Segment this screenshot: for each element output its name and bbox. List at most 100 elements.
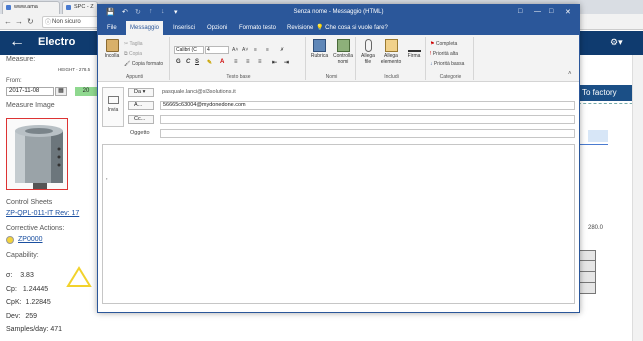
from-button[interactable]: Da ▾ xyxy=(128,88,154,97)
align-left-icon[interactable]: ≡ xyxy=(234,59,238,65)
forward-arrow-icon[interactable]: → xyxy=(15,17,23,27)
clipboard-icon xyxy=(105,39,119,52)
underline-icon[interactable]: S xyxy=(195,59,199,65)
address-book-label: Rubrica xyxy=(310,53,329,59)
date-input[interactable]: 2017-11-08 xyxy=(6,87,54,96)
stats-table-fragment xyxy=(578,250,596,296)
lightbulb-icon: 💡 xyxy=(316,25,324,31)
close-icon[interactable]: ✕ xyxy=(565,8,571,16)
gear-icon[interactable]: ⚙▾ xyxy=(610,37,623,48)
maximize-icon[interactable]: □ xyxy=(549,8,553,15)
back-arrow-icon[interactable]: ← xyxy=(4,17,12,27)
ribbon-tabs: File Messaggio Inserisci Opzioni Formato… xyxy=(98,21,579,35)
low-importance-label: Priorità bassa xyxy=(433,61,465,67)
tab-format-text[interactable]: Formato testo xyxy=(235,21,280,35)
bullets-icon[interactable]: ≡ xyxy=(254,47,257,53)
italic-icon[interactable]: C xyxy=(186,59,190,65)
shrink-font-icon[interactable]: A˅ xyxy=(242,47,248,53)
window-title: Senza nome - Messaggio (HTML) xyxy=(293,9,384,15)
increase-indent-icon[interactable]: ⇥ xyxy=(284,59,289,66)
font-color-icon[interactable]: A xyxy=(220,59,224,65)
stat-value: 1.22845 xyxy=(25,299,51,306)
low-importance-button[interactable]: ↓ Priorità bassa xyxy=(430,61,464,67)
to-factory-label: To factory xyxy=(582,88,617,97)
control-sheet-link[interactable]: ZP-QPL-011-IT Rev: 17 xyxy=(6,210,79,217)
calendar-icon[interactable]: ▦ xyxy=(55,87,67,96)
stat-label: Cp: xyxy=(6,285,17,293)
attach-item-button[interactable]: Allega elemento xyxy=(379,39,403,65)
corrective-link[interactable]: ZP0000 xyxy=(18,236,43,243)
tell-me-text: Che cosa si vuole fare? xyxy=(325,25,388,31)
stat-label: Dev: xyxy=(6,312,21,320)
address-book-icon xyxy=(313,39,326,52)
back-arrow-icon[interactable]: ← xyxy=(9,33,25,51)
group-names: Rubrica Controlla nomi Nomi xyxy=(308,37,356,80)
minimize-icon[interactable]: — xyxy=(534,8,541,15)
group-include: Allega file Allega elemento Firma Includ… xyxy=(358,37,426,80)
stat-value: 1.24445 xyxy=(22,285,49,293)
stat-label: Samples/day: xyxy=(6,326,49,333)
decrease-indent-icon[interactable]: ⇤ xyxy=(272,59,277,66)
message-body[interactable]: , xyxy=(102,144,575,304)
tab-options[interactable]: Opzioni xyxy=(203,21,231,35)
measure-image xyxy=(6,118,68,190)
security-status: Non sicuro xyxy=(52,19,81,25)
signature-label: Firma xyxy=(407,53,421,59)
browser-tab-1[interactable]: www.ama xyxy=(2,1,60,14)
address-book-button[interactable]: Rubrica xyxy=(309,39,330,59)
info-icon: ⓘ xyxy=(45,20,52,26)
signature-icon xyxy=(407,39,421,52)
numbering-icon[interactable]: ≡ xyxy=(266,47,269,53)
send-button[interactable]: Invia xyxy=(102,87,124,127)
browser-tab-2[interactable]: SPC - Z xyxy=(62,1,98,14)
bold-icon[interactable]: G xyxy=(176,59,181,65)
tab-file[interactable]: File xyxy=(103,21,121,35)
font-name-select[interactable]: Calibri (C xyxy=(174,46,204,54)
clear-formatting-icon[interactable]: ✗ xyxy=(280,47,284,53)
copy-label: Copia xyxy=(128,51,143,57)
ribbon-display-icon[interactable]: □ xyxy=(518,8,522,15)
highlight-icon[interactable]: ✎ xyxy=(207,59,212,66)
font-size-select[interactable]: 4 xyxy=(205,46,229,54)
tell-me-box[interactable]: 💡 Che cosa si vuole fare? xyxy=(316,21,388,35)
subject-field[interactable] xyxy=(160,129,575,138)
check-names-button[interactable]: Controlla nomi xyxy=(332,39,354,65)
collapse-ribbon-icon[interactable]: ˄ xyxy=(568,71,572,77)
stat-label: CpK: xyxy=(6,299,22,306)
format-painter-label: Copia formato xyxy=(131,61,164,67)
align-right-icon[interactable]: ≡ xyxy=(258,59,262,65)
envelope-icon xyxy=(384,39,398,52)
stats-list: σ: 3.83 Cp: 1.24445 CpK: 1.22845 Dev: 25… xyxy=(6,269,62,337)
to-field[interactable]: 56665c63004@mydonedone.com xyxy=(160,101,575,110)
from-button-label: Da xyxy=(134,89,142,95)
follow-up-button[interactable]: ⚑ Completa xyxy=(430,41,457,47)
tab-message[interactable]: Messaggio xyxy=(126,21,164,35)
measure-image-label: Measure Image xyxy=(6,102,55,109)
tab-review[interactable]: Revisione xyxy=(283,21,317,35)
paste-button[interactable]: Incolla xyxy=(102,39,122,59)
align-center-icon[interactable]: ≡ xyxy=(246,59,250,65)
copy-button[interactable]: ⧉ Copia xyxy=(124,51,142,57)
favicon-icon xyxy=(66,5,71,10)
grow-font-icon[interactable]: A˄ xyxy=(232,47,238,53)
url-field[interactable]: ⓘ Non sicuro xyxy=(42,16,102,28)
stat-label: σ: xyxy=(6,272,13,279)
attach-file-button[interactable]: Allega file xyxy=(359,39,377,65)
to-button[interactable]: A... xyxy=(128,101,154,110)
green-value-badge: 20 xyxy=(75,87,97,96)
from-address: pasquale.lanci@sl3solutions.it xyxy=(162,89,236,95)
format-painter-button[interactable]: 🖌 Copia formato xyxy=(124,61,163,67)
group-name: Categorie xyxy=(439,74,462,80)
page-scrollbar[interactable] xyxy=(632,55,643,341)
table-row xyxy=(578,261,596,272)
reload-icon[interactable]: ↻ xyxy=(27,17,34,27)
tab-insert[interactable]: Inserisci xyxy=(169,21,199,35)
cc-button[interactable]: Cc... xyxy=(128,115,154,124)
cut-button[interactable]: ✂ Taglia xyxy=(124,41,143,47)
check-names-icon xyxy=(336,39,350,52)
high-importance-button[interactable]: ! Priorità alta xyxy=(430,51,458,57)
group-name: Nomi xyxy=(325,74,338,80)
cc-field[interactable] xyxy=(160,115,575,124)
cut-label: Taglia xyxy=(129,41,143,47)
signature-button[interactable]: Firma xyxy=(405,39,423,59)
